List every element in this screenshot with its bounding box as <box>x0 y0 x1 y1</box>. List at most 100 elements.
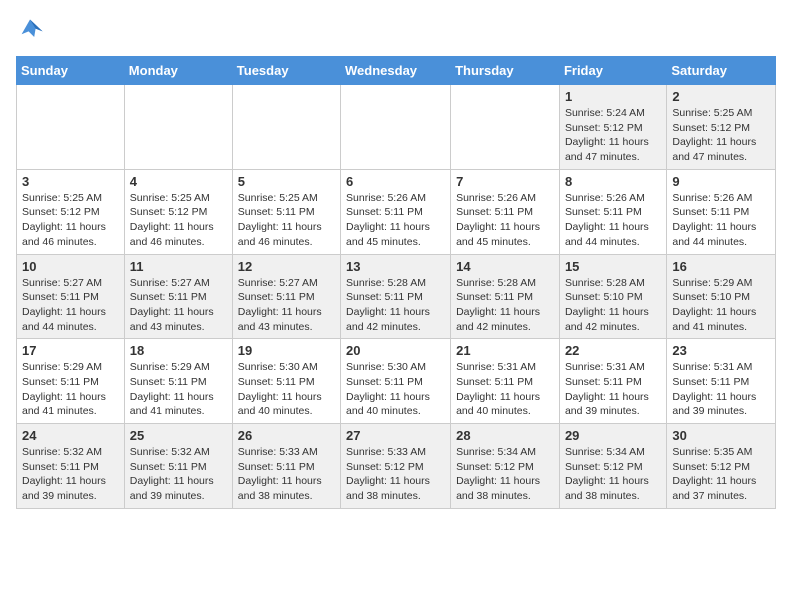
calendar-cell: 28Sunrise: 5:34 AMSunset: 5:12 PMDayligh… <box>451 424 560 509</box>
day-info: Sunrise: 5:29 AMSunset: 5:11 PMDaylight:… <box>130 360 227 419</box>
calendar-header-monday: Monday <box>124 57 232 85</box>
day-number: 4 <box>130 174 227 189</box>
calendar-week-row: 1 Sunrise: 5:24 AMSunset: 5:12 PMDaylight… <box>17 85 776 170</box>
calendar-cell: 24 Sunrise: 5:32 AMSunset: 5:11 PMDayligh… <box>17 424 125 509</box>
day-number: 11 <box>130 259 227 274</box>
calendar-cell: 26 Sunrise: 5:33 AMSunset: 5:11 PMDayligh… <box>232 424 340 509</box>
calendar-cell: 22 Sunrise: 5:31 AMSunset: 5:11 PMDayligh… <box>559 339 666 424</box>
calendar-table: SundayMondayTuesdayWednesdayThursdayFrid… <box>16 56 776 509</box>
calendar-header-friday: Friday <box>559 57 666 85</box>
calendar-cell: 7Sunrise: 5:26 AMSunset: 5:11 PMDaylight… <box>451 169 560 254</box>
day-info: Sunrise: 5:30 AMSunset: 5:11 PMDaylight:… <box>346 360 445 419</box>
calendar-header-tuesday: Tuesday <box>232 57 340 85</box>
day-info: Sunrise: 5:27 AMSunset: 5:11 PMDaylight:… <box>22 276 119 335</box>
day-number: 5 <box>238 174 335 189</box>
day-info: Sunrise: 5:30 AMSunset: 5:11 PMDaylight:… <box>238 360 335 419</box>
day-number: 16 <box>672 259 770 274</box>
day-number: 27 <box>346 428 445 443</box>
day-number: 8 <box>565 174 661 189</box>
calendar-cell <box>341 85 451 170</box>
day-info: Sunrise: 5:29 AMSunset: 5:10 PMDaylight:… <box>672 276 770 335</box>
day-info: Sunrise: 5:25 AMSunset: 5:12 PMDaylight:… <box>130 191 227 250</box>
day-info: Sunrise: 5:31 AMSunset: 5:11 PMDaylight:… <box>456 360 554 419</box>
day-info: Sunrise: 5:26 AMSunset: 5:11 PMDaylight:… <box>346 191 445 250</box>
calendar-cell: 21 Sunrise: 5:31 AMSunset: 5:11 PMDayligh… <box>451 339 560 424</box>
calendar-cell: 16 Sunrise: 5:29 AMSunset: 5:10 PMDayligh… <box>667 254 776 339</box>
calendar-cell <box>232 85 340 170</box>
logo <box>16 16 50 44</box>
calendar-cell: 18Sunrise: 5:29 AMSunset: 5:11 PMDayligh… <box>124 339 232 424</box>
day-info: Sunrise: 5:24 AMSunset: 5:12 PMDaylight:… <box>565 106 661 165</box>
day-info: Sunrise: 5:25 AMSunset: 5:12 PMDaylight:… <box>22 191 119 250</box>
day-info: Sunrise: 5:31 AMSunset: 5:11 PMDaylight:… <box>565 360 661 419</box>
calendar-cell: 25Sunrise: 5:32 AMSunset: 5:11 PMDayligh… <box>124 424 232 509</box>
calendar-cell: 11 Sunrise: 5:27 AMSunset: 5:11 PMDayligh… <box>124 254 232 339</box>
calendar-cell: 14 Sunrise: 5:28 AMSunset: 5:11 PMDayligh… <box>451 254 560 339</box>
calendar-week-row: 24 Sunrise: 5:32 AMSunset: 5:11 PMDayligh… <box>17 424 776 509</box>
calendar-cell: 20 Sunrise: 5:30 AMSunset: 5:11 PMDayligh… <box>341 339 451 424</box>
day-number: 10 <box>22 259 119 274</box>
calendar-header-row: SundayMondayTuesdayWednesdayThursdayFrid… <box>17 57 776 85</box>
day-info: Sunrise: 5:34 AMSunset: 5:12 PMDaylight:… <box>456 445 554 504</box>
calendar-header-wednesday: Wednesday <box>341 57 451 85</box>
day-number: 22 <box>565 343 661 358</box>
calendar-cell: 3 Sunrise: 5:25 AMSunset: 5:12 PMDaylight… <box>17 169 125 254</box>
day-info: Sunrise: 5:25 AMSunset: 5:11 PMDaylight:… <box>238 191 335 250</box>
calendar-cell: 2 Sunrise: 5:25 AMSunset: 5:12 PMDaylight… <box>667 85 776 170</box>
day-number: 26 <box>238 428 335 443</box>
calendar-cell: 10 Sunrise: 5:27 AMSunset: 5:11 PMDayligh… <box>17 254 125 339</box>
day-info: Sunrise: 5:25 AMSunset: 5:12 PMDaylight:… <box>672 106 770 165</box>
day-info: Sunrise: 5:27 AMSunset: 5:11 PMDaylight:… <box>238 276 335 335</box>
calendar-week-row: 3 Sunrise: 5:25 AMSunset: 5:12 PMDaylight… <box>17 169 776 254</box>
calendar-cell: 4 Sunrise: 5:25 AMSunset: 5:12 PMDaylight… <box>124 169 232 254</box>
page-header <box>16 16 776 44</box>
calendar-header-saturday: Saturday <box>667 57 776 85</box>
day-number: 6 <box>346 174 445 189</box>
calendar-cell: 6 Sunrise: 5:26 AMSunset: 5:11 PMDaylight… <box>341 169 451 254</box>
day-info: Sunrise: 5:28 AMSunset: 5:10 PMDaylight:… <box>565 276 661 335</box>
day-number: 2 <box>672 89 770 104</box>
day-number: 29 <box>565 428 661 443</box>
day-info: Sunrise: 5:35 AMSunset: 5:12 PMDaylight:… <box>672 445 770 504</box>
day-number: 20 <box>346 343 445 358</box>
day-number: 23 <box>672 343 770 358</box>
calendar-header-sunday: Sunday <box>17 57 125 85</box>
day-info: Sunrise: 5:28 AMSunset: 5:11 PMDaylight:… <box>346 276 445 335</box>
day-number: 21 <box>456 343 554 358</box>
calendar-cell: 8 Sunrise: 5:26 AMSunset: 5:11 PMDaylight… <box>559 169 666 254</box>
calendar-cell: 9Sunrise: 5:26 AMSunset: 5:11 PMDaylight… <box>667 169 776 254</box>
calendar-cell <box>17 85 125 170</box>
day-info: Sunrise: 5:27 AMSunset: 5:11 PMDaylight:… <box>130 276 227 335</box>
day-number: 17 <box>22 343 119 358</box>
day-number: 7 <box>456 174 554 189</box>
day-number: 14 <box>456 259 554 274</box>
calendar-cell: 30Sunrise: 5:35 AMSunset: 5:12 PMDayligh… <box>667 424 776 509</box>
calendar-week-row: 10 Sunrise: 5:27 AMSunset: 5:11 PMDayligh… <box>17 254 776 339</box>
logo-bird-icon <box>16 16 44 44</box>
calendar-cell: 12 Sunrise: 5:27 AMSunset: 5:11 PMDayligh… <box>232 254 340 339</box>
day-info: Sunrise: 5:32 AMSunset: 5:11 PMDaylight:… <box>130 445 227 504</box>
day-info: Sunrise: 5:28 AMSunset: 5:11 PMDaylight:… <box>456 276 554 335</box>
day-number: 3 <box>22 174 119 189</box>
day-number: 1 <box>565 89 661 104</box>
calendar-week-row: 17 Sunrise: 5:29 AMSunset: 5:11 PMDayligh… <box>17 339 776 424</box>
calendar-cell: 27 Sunrise: 5:33 AMSunset: 5:12 PMDayligh… <box>341 424 451 509</box>
calendar-cell: 23Sunrise: 5:31 AMSunset: 5:11 PMDayligh… <box>667 339 776 424</box>
day-number: 19 <box>238 343 335 358</box>
calendar-cell: 29 Sunrise: 5:34 AMSunset: 5:12 PMDayligh… <box>559 424 666 509</box>
calendar-cell: 15 Sunrise: 5:28 AMSunset: 5:10 PMDayligh… <box>559 254 666 339</box>
day-info: Sunrise: 5:26 AMSunset: 5:11 PMDaylight:… <box>672 191 770 250</box>
calendar-cell <box>124 85 232 170</box>
calendar-cell: 17Sunrise: 5:29 AMSunset: 5:11 PMDayligh… <box>17 339 125 424</box>
calendar-cell: 1 Sunrise: 5:24 AMSunset: 5:12 PMDaylight… <box>559 85 666 170</box>
day-info: Sunrise: 5:34 AMSunset: 5:12 PMDaylight:… <box>565 445 661 504</box>
day-number: 12 <box>238 259 335 274</box>
day-info: Sunrise: 5:32 AMSunset: 5:11 PMDaylight:… <box>22 445 119 504</box>
calendar-cell: 13Sunrise: 5:28 AMSunset: 5:11 PMDayligh… <box>341 254 451 339</box>
calendar-cell: 5 Sunrise: 5:25 AMSunset: 5:11 PMDaylight… <box>232 169 340 254</box>
day-info: Sunrise: 5:33 AMSunset: 5:12 PMDaylight:… <box>346 445 445 504</box>
day-info: Sunrise: 5:26 AMSunset: 5:11 PMDaylight:… <box>565 191 661 250</box>
day-number: 24 <box>22 428 119 443</box>
day-info: Sunrise: 5:33 AMSunset: 5:11 PMDaylight:… <box>238 445 335 504</box>
day-number: 15 <box>565 259 661 274</box>
